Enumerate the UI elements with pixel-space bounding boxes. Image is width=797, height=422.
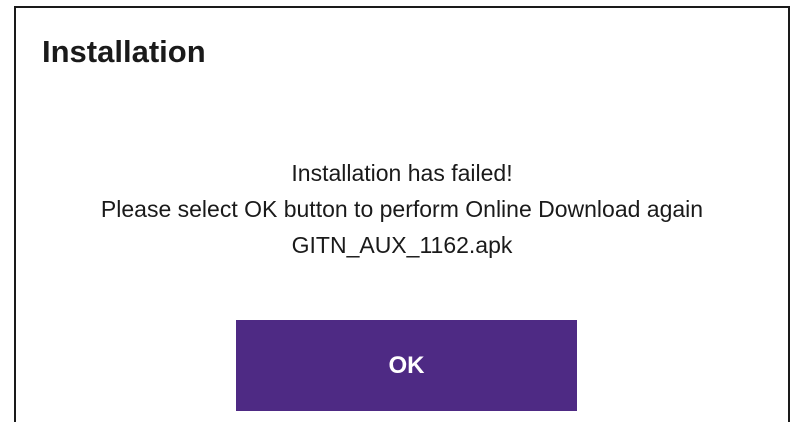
apk-filename: GITN_AUX_1162.apk [291,232,513,258]
dialog-border-top [14,6,790,8]
dialog-title: Installation [42,34,206,69]
dialog-border-right [788,6,790,422]
failure-message: Installation has failed! [291,160,513,186]
instruction-message: Please select OK button to perform Onlin… [100,196,704,222]
dialog-message: Installation has failed! Please select O… [16,155,788,263]
installation-dialog: Installation Installation has failed! Pl… [0,0,797,422]
ok-button[interactable]: OK [236,320,577,411]
